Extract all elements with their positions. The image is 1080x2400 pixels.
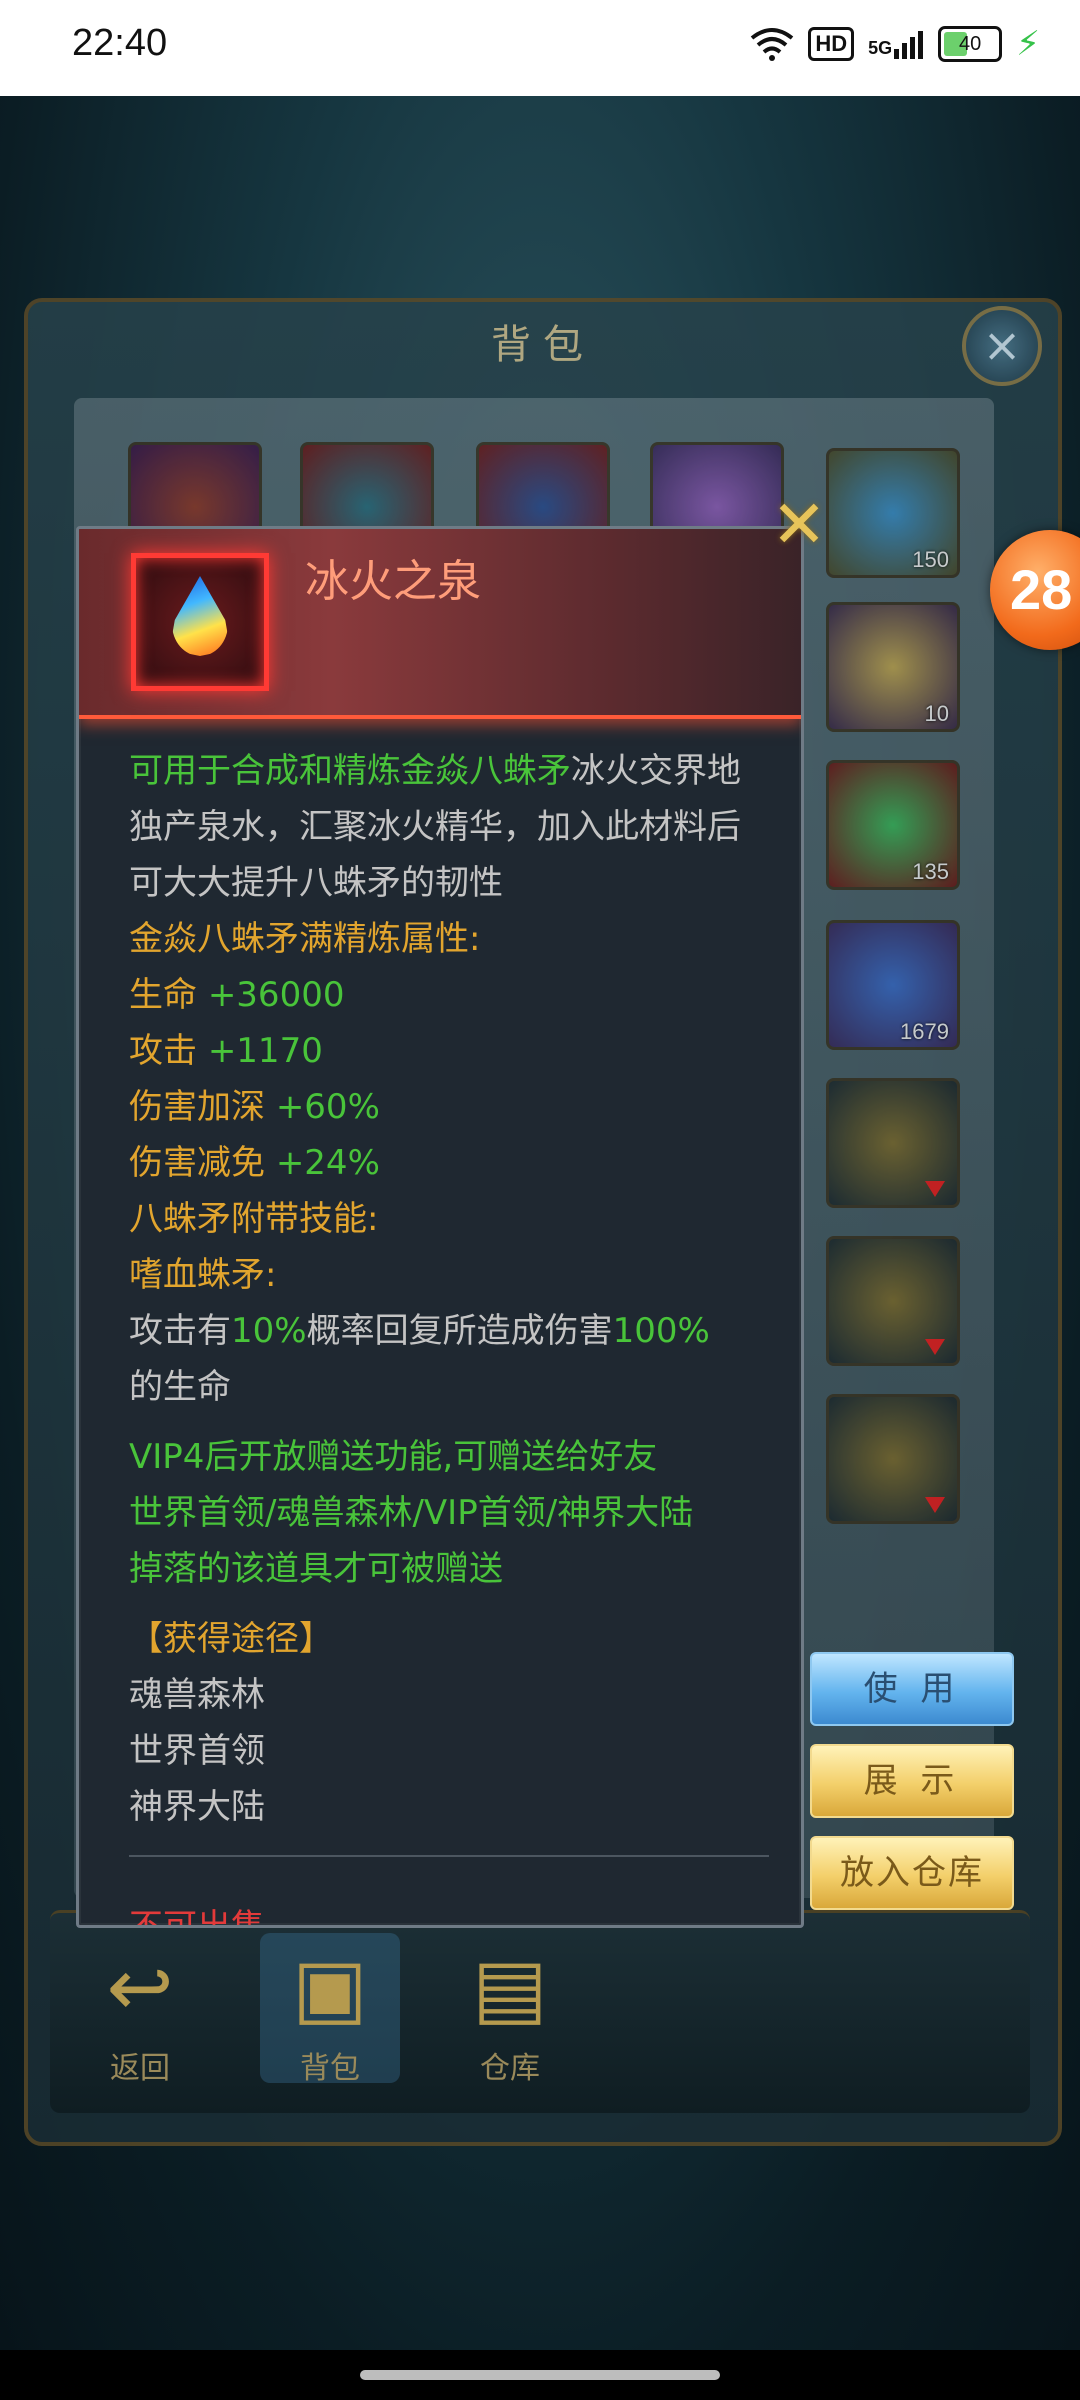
charging-icon: ⚡: [1016, 24, 1040, 64]
status-icons: HD 5G 40 ⚡: [750, 26, 1040, 62]
signal-icon: 5G: [868, 29, 924, 59]
skill-text: 概率回复所造成伤害: [306, 1311, 613, 1351]
slot-count: 150: [912, 547, 949, 572]
stat-value: +1170: [207, 1031, 323, 1071]
bag-slot[interactable]: 150: [826, 448, 960, 578]
skill-name: 嗜血蛛矛:: [129, 1255, 277, 1295]
clock: 22:40: [72, 22, 168, 64]
downgrade-arrow-icon: [925, 1497, 945, 1513]
stat-row: 生命 +36000: [129, 967, 769, 1023]
show-button[interactable]: 展 示: [810, 1744, 1014, 1818]
close-icon[interactable]: ✕: [770, 492, 828, 558]
bag-slot[interactable]: [826, 1078, 960, 1208]
home-indicator[interactable]: [360, 2370, 720, 2380]
skill-percent: 100%: [612, 1311, 710, 1351]
stat-value: +24%: [275, 1143, 380, 1183]
network-type: 5G: [868, 38, 893, 58]
item-name: 冰火之泉: [305, 556, 481, 607]
bag-slot[interactable]: 1679: [826, 920, 960, 1050]
water-drop-icon: [172, 576, 228, 656]
skill-header: 八蛛矛附带技能:: [129, 1199, 379, 1239]
bag-slot[interactable]: [826, 1236, 960, 1366]
bag-close-icon[interactable]: ×: [962, 306, 1042, 386]
skill-description: 攻击有10%概率回复所造成伤害100% 的生命: [129, 1303, 769, 1415]
slot-count: 10: [924, 701, 949, 726]
gift-note: 掉落的该道具才可被赠送: [129, 1549, 503, 1589]
item-icon-frame: [131, 553, 269, 691]
refine-header: 金焱八蛛矛满精炼属性:: [129, 919, 481, 959]
source-item: 魂兽森林: [129, 1675, 265, 1715]
bag-slot[interactable]: 135: [826, 760, 960, 890]
stat-row: 攻击 +1170: [129, 1023, 769, 1079]
stat-label: 攻击: [129, 1031, 197, 1071]
stat-value: +60%: [275, 1087, 380, 1127]
return-label: 返回: [110, 2051, 170, 2086]
stat-row: 伤害加深 +60%: [129, 1079, 769, 1135]
warehouse-icon: ▤: [472, 1941, 548, 2034]
source-item: 世界首领: [129, 1731, 265, 1771]
gift-note: 世界首领/魂兽森林/VIP首领/神界大陆: [129, 1493, 694, 1533]
status-bar: 22:40 HD 5G 40 ⚡: [0, 0, 1080, 96]
stat-label: 伤害减免: [129, 1143, 265, 1183]
item-tooltip: 冰火之泉 可用于合成和精炼金焱八蛛矛冰火交界地独产泉水，汇聚冰火精华，加入此材料…: [76, 526, 804, 1928]
warehouse-tab-label: 仓库: [480, 2051, 540, 2086]
stat-label: 生命: [129, 975, 197, 1015]
bag-slot[interactable]: 10: [826, 602, 960, 732]
source-item: 神界大陆: [129, 1787, 265, 1827]
stat-value: +36000: [207, 975, 345, 1015]
source-header: 【获得途径】: [129, 1619, 333, 1659]
warehouse-tab-button[interactable]: ▤ 仓库: [440, 1933, 580, 2086]
gift-note: VIP4后开放赠送功能,可赠送给好友: [129, 1437, 658, 1477]
skill-text: 的生命: [129, 1367, 231, 1407]
wifi-icon: [751, 28, 794, 61]
system-nav-bar: [0, 2350, 1080, 2400]
hd-icon: HD: [808, 27, 855, 61]
battery-icon: 40: [938, 26, 1003, 62]
sell-note: 不可出售: [129, 1907, 265, 1928]
downgrade-arrow-icon: [925, 1339, 945, 1355]
use-button[interactable]: 使 用: [810, 1652, 1014, 1726]
slot-count: 1679: [900, 1019, 949, 1044]
desc-usage: 可用于合成和精炼金焱八蛛矛: [129, 751, 571, 791]
tooltip-body: 可用于合成和精炼金焱八蛛矛冰火交界地独产泉水，汇聚冰火精华，加入此材料后可大大提…: [129, 743, 769, 1867]
stat-row: 伤害减免 +24%: [129, 1135, 769, 1191]
skill-percent: 10%: [231, 1311, 307, 1351]
slot-count: 135: [912, 859, 949, 884]
downgrade-arrow-icon: [925, 1181, 945, 1197]
divider: [129, 1855, 769, 1857]
bag-slot[interactable]: [826, 1394, 960, 1524]
bag-icon: ▣: [292, 1941, 368, 2034]
skill-text: 攻击有: [129, 1311, 231, 1351]
tooltip-header: 冰火之泉: [79, 529, 801, 719]
store-to-warehouse-button[interactable]: 放入仓库: [810, 1836, 1014, 1910]
return-button[interactable]: ↩ 返回: [70, 1933, 210, 2086]
battery-level: 40: [959, 32, 982, 55]
bag-tab-label: 背包: [300, 2051, 360, 2086]
stat-label: 伤害加深: [129, 1087, 265, 1127]
bag-tab-button[interactable]: ▣ 背包: [260, 1933, 400, 2086]
bag-title: 背包: [491, 322, 595, 368]
return-icon: ↩: [106, 1941, 174, 2034]
bag-bottom-bar: ↩ 返回 ▣ 背包 ▤ 仓库: [50, 1910, 1030, 2113]
item-description: 可用于合成和精炼金焱八蛛矛冰火交界地独产泉水，汇聚冰火精华，加入此材料后可大大提…: [129, 743, 769, 911]
